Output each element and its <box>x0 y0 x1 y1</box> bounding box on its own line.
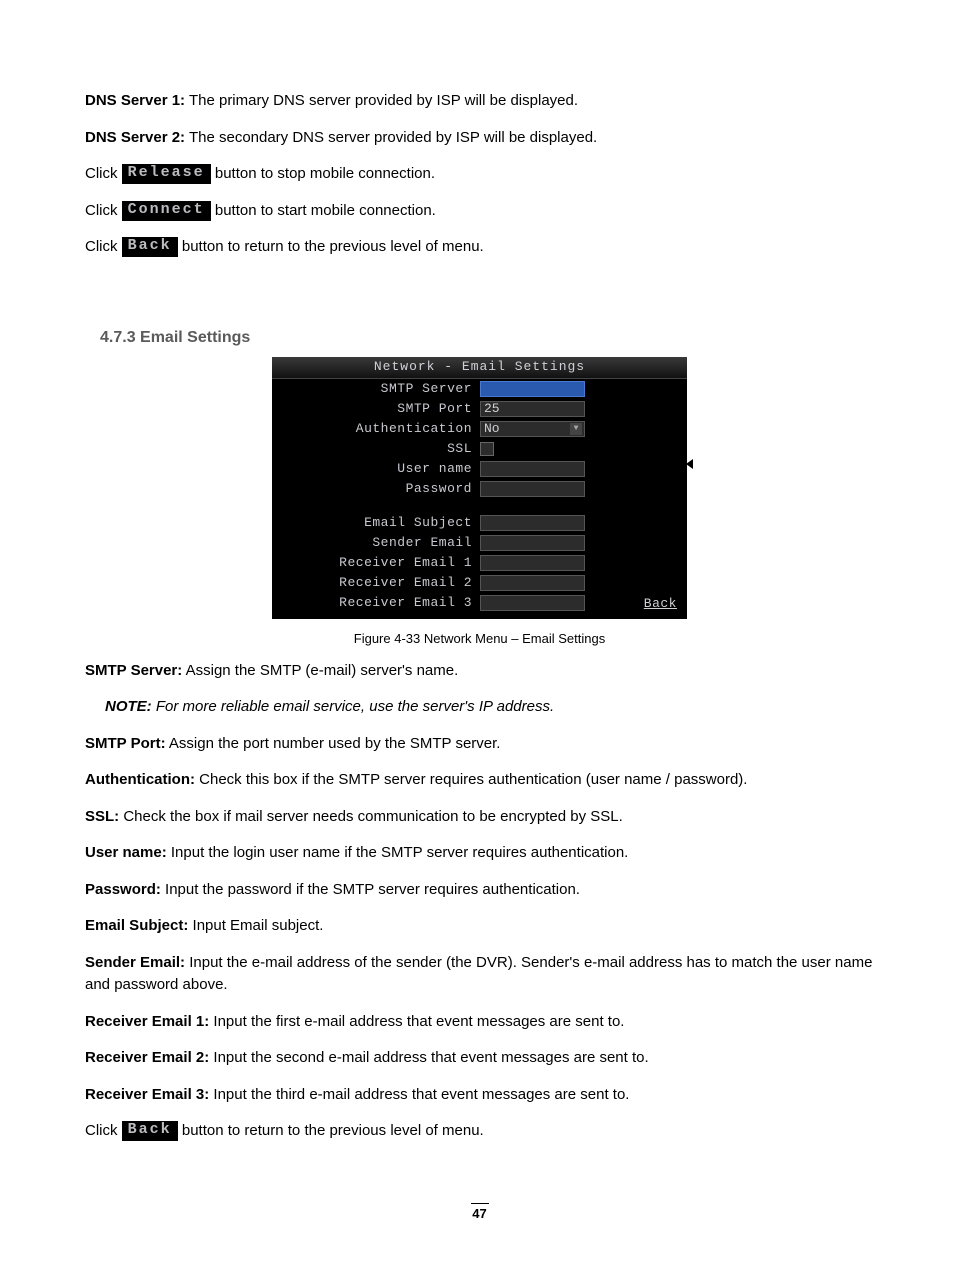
email-subject-input[interactable] <box>480 515 585 531</box>
smtp-server-desc: SMTP Server: Assign the SMTP (e-mail) se… <box>85 660 874 683</box>
smtp-port-desc: SMTP Port: Assign the port number used b… <box>85 733 874 756</box>
receiver1-input[interactable] <box>480 555 585 571</box>
cursor-icon <box>686 459 693 469</box>
page-number: 47 <box>471 1203 489 1221</box>
connect-text: button to start mobile connection. <box>215 202 436 219</box>
figure-back-button[interactable]: Back <box>644 596 677 611</box>
note-line: NOTE: For more reliable email service, u… <box>105 696 874 719</box>
chevron-down-icon: ▼ <box>570 423 582 435</box>
ssl-desc: SSL: Check the box if mail server needs … <box>85 806 874 829</box>
ssl-checkbox[interactable] <box>480 442 494 456</box>
click-connect-line: Click Connect button to start mobile con… <box>85 200 874 223</box>
dns1-line: DNS Server 1: The primary DNS server pro… <box>85 90 874 113</box>
section-heading: 4.7.3 Email Settings <box>100 329 874 347</box>
click-back-line-2: Click Back button to return to the previ… <box>85 1120 874 1143</box>
receiver3-label: Receiver Email 3 <box>272 595 480 610</box>
click-word: Click <box>85 202 122 219</box>
username-desc: User name: Input the login user name if … <box>85 842 874 865</box>
smtp-server-label: SMTP Server <box>272 381 480 396</box>
authentication-label: Authentication <box>272 421 480 436</box>
receiver2-desc: Receiver Email 2: Input the second e-mai… <box>85 1047 874 1070</box>
smtp-server-desc-label: SMTP Server: <box>85 662 182 679</box>
figure-caption: Figure 4-33 Network Menu – Email Setting… <box>85 631 874 646</box>
email-subject-label: Email Subject <box>272 515 480 530</box>
authentication-select[interactable]: No ▼ <box>480 421 585 437</box>
dns2-line: DNS Server 2: The secondary DNS server p… <box>85 127 874 150</box>
receiver2-label: Receiver Email 2 <box>272 575 480 590</box>
user-name-label: User name <box>272 461 480 476</box>
connect-button[interactable]: Connect <box>122 201 211 221</box>
email-settings-screenshot: Network - Email Settings SMTP Server SMT… <box>272 357 687 619</box>
user-name-input[interactable] <box>480 461 585 477</box>
note-label: NOTE: <box>105 698 152 715</box>
click-back-line: Click Back button to return to the previ… <box>85 236 874 259</box>
password-input[interactable] <box>480 481 585 497</box>
subject-desc: Email Subject: Input Email subject. <box>85 915 874 938</box>
manual-page: DNS Server 1: The primary DNS server pro… <box>0 0 954 1262</box>
sender-email-input[interactable] <box>480 535 585 551</box>
click-word: Click <box>85 238 122 255</box>
receiver3-input[interactable] <box>480 595 585 611</box>
smtp-server-input[interactable] <box>480 381 585 397</box>
password-desc: Password: Input the password if the SMTP… <box>85 879 874 902</box>
release-button[interactable]: Release <box>122 164 211 184</box>
back-button[interactable]: Back <box>122 237 178 257</box>
dns2-text: The secondary DNS server provided by ISP… <box>185 129 597 146</box>
smtp-port-input[interactable]: 25 <box>480 401 585 417</box>
password-label: Password <box>272 481 480 496</box>
receiver2-input[interactable] <box>480 575 585 591</box>
click-release-line: Click Release button to stop mobile conn… <box>85 163 874 186</box>
receiver1-desc: Receiver Email 1: Input the first e-mail… <box>85 1011 874 1034</box>
page-number-wrap: 47 <box>85 1203 874 1222</box>
sender-email-label: Sender Email <box>272 535 480 550</box>
dns1-text: The primary DNS server provided by ISP w… <box>185 92 578 109</box>
receiver3-desc: Receiver Email 3: Input the third e-mail… <box>85 1084 874 1107</box>
dns2-label: DNS Server 2: <box>85 129 185 146</box>
back-text: button to return to the previous level o… <box>182 238 484 255</box>
ssl-label: SSL <box>272 441 480 456</box>
sender-desc: Sender Email: Input the e-mail address o… <box>85 952 874 997</box>
figure-wrap: Network - Email Settings SMTP Server SMT… <box>85 357 874 619</box>
authentication-value: No <box>484 421 500 436</box>
receiver1-label: Receiver Email 1 <box>272 555 480 570</box>
release-text: button to stop mobile connection. <box>215 165 435 182</box>
figure-title: Network - Email Settings <box>272 357 687 379</box>
click-word: Click <box>85 165 122 182</box>
authentication-desc: Authentication: Check this box if the SM… <box>85 769 874 792</box>
smtp-port-label: SMTP Port <box>272 401 480 416</box>
back-button[interactable]: Back <box>122 1121 178 1141</box>
dns1-label: DNS Server 1: <box>85 92 185 109</box>
